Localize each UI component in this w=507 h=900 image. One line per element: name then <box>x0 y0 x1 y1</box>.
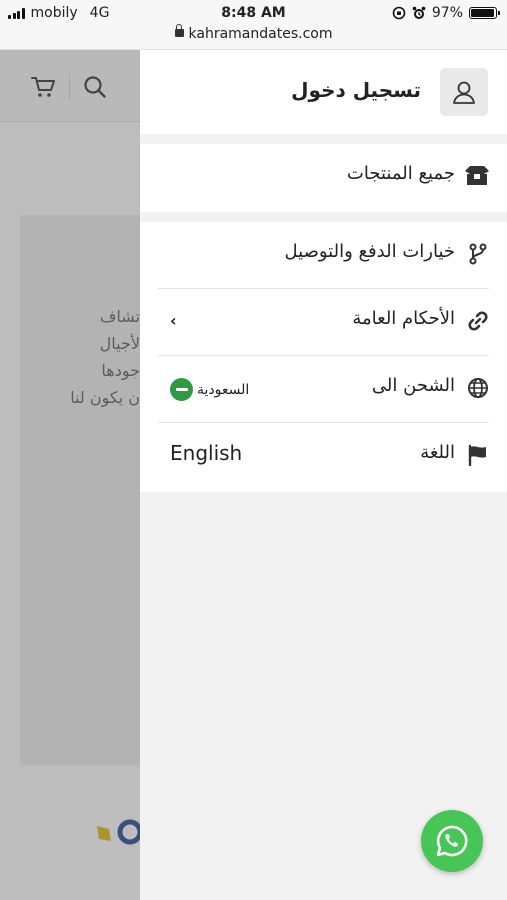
footer-logo <box>97 819 140 845</box>
all-products-label: جميع المنتجات <box>346 163 455 184</box>
page-header <box>0 50 140 122</box>
search-icon[interactable] <box>82 74 108 100</box>
lock-icon <box>174 24 184 37</box>
status-right: 97% <box>392 5 500 21</box>
box-icon <box>465 166 489 185</box>
menu-list: خيارات الدفع والتوصيل الأحكام العامة ‹ ا… <box>140 222 507 492</box>
saudi-flag-icon <box>170 378 193 401</box>
login-label[interactable]: تسجيل دخول <box>291 78 421 102</box>
all-products-item[interactable]: جميع المنتجات <box>158 144 489 211</box>
cart-icon[interactable] <box>30 74 56 100</box>
chevron-left-icon: ‹ <box>170 311 177 330</box>
address-bar[interactable]: kahramandates.com <box>0 24 507 50</box>
status-bar: mobily 4G 8:48 AM 97% <box>0 0 507 26</box>
menu-label-terms: الأحكام العامة <box>352 308 455 329</box>
globe-icon <box>468 378 488 398</box>
menu-label-language: اللغة <box>420 442 455 463</box>
header-divider <box>69 74 70 100</box>
lock-rotation-icon <box>392 6 406 20</box>
menu-item-terms[interactable]: الأحكام العامة ‹ <box>158 289 489 356</box>
whatsapp-button[interactable] <box>421 810 483 872</box>
country-selector[interactable]: السعودية <box>170 378 249 401</box>
menu-label-payment-delivery: خيارات الدفع والتوصيل <box>284 241 456 262</box>
whatsapp-icon <box>436 825 468 857</box>
country-name: السعودية <box>197 381 250 398</box>
menu-item-language[interactable]: اللغة English <box>158 423 489 490</box>
content-card: تشاف لأجيال جودها ن يكون لنا <box>20 215 140 765</box>
all-products-section: جميع المنتجات <box>140 144 507 212</box>
content-text: تشاف لأجيال جودها ن يكون لنا <box>70 307 140 407</box>
language-switch[interactable]: English <box>170 441 242 465</box>
flag-icon <box>468 444 486 466</box>
link-icon <box>468 311 488 331</box>
side-drawer: تسجيل دخول جميع المنتجات خيارات الدفع وا… <box>140 50 507 900</box>
url-text: kahramandates.com <box>188 26 333 42</box>
fork-icon <box>469 243 487 265</box>
battery-percent: 97% <box>431 5 463 21</box>
menu-item-payment-delivery[interactable]: خيارات الدفع والتوصيل <box>158 222 489 289</box>
menu-label-shipping: الشحن الى <box>371 375 455 396</box>
login-row[interactable]: تسجيل دخول <box>140 50 507 134</box>
avatar[interactable] <box>440 68 488 116</box>
user-icon <box>453 81 475 104</box>
alarm-icon <box>412 6 426 19</box>
menu-item-shipping[interactable]: الشحن الى السعودية <box>158 356 489 423</box>
battery-icon <box>469 7 500 19</box>
